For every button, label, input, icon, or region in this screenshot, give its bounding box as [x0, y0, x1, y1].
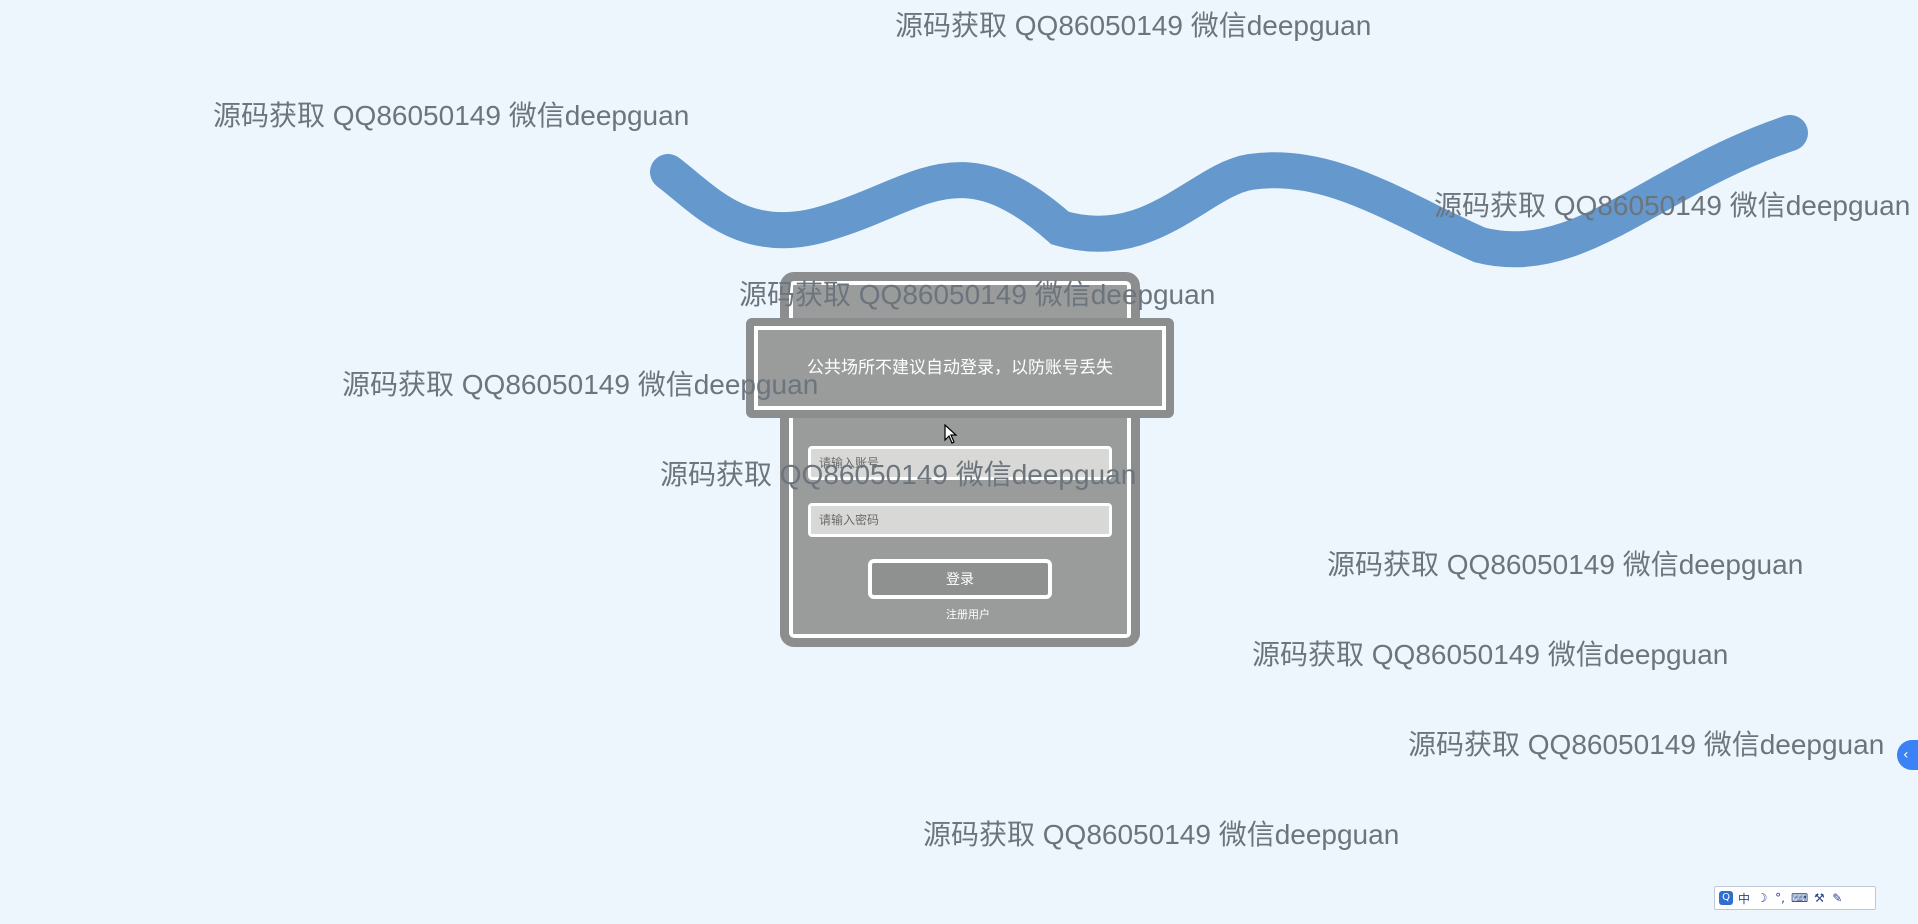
keyboard-icon[interactable]: ⌨: [1791, 891, 1808, 905]
notice-text: 公共场所不建议自动登录，以防账号丢失: [807, 358, 1113, 378]
punctuation-icon[interactable]: °,: [1773, 891, 1787, 905]
mouse-cursor-icon: [944, 424, 958, 444]
username-input[interactable]: [808, 446, 1112, 480]
chevron-left-icon: ‹: [1903, 747, 1909, 763]
ime-toolbar: Q 中 ☽ °, ⌨ ⚒ ✎: [1714, 886, 1876, 910]
moon-icon[interactable]: ☽: [1755, 891, 1769, 905]
register-link[interactable]: 注册用户: [918, 606, 1018, 622]
tool-icon[interactable]: ⚒: [1812, 891, 1826, 905]
settings-icon[interactable]: ✎: [1830, 891, 1844, 905]
ime-logo-icon[interactable]: Q: [1719, 891, 1733, 905]
password-input[interactable]: [808, 503, 1112, 537]
notice-box: 公共场所不建议自动登录，以防账号丢失: [746, 318, 1174, 418]
login-button[interactable]: 登录: [868, 559, 1052, 599]
chinese-mode-icon[interactable]: 中: [1737, 890, 1751, 907]
